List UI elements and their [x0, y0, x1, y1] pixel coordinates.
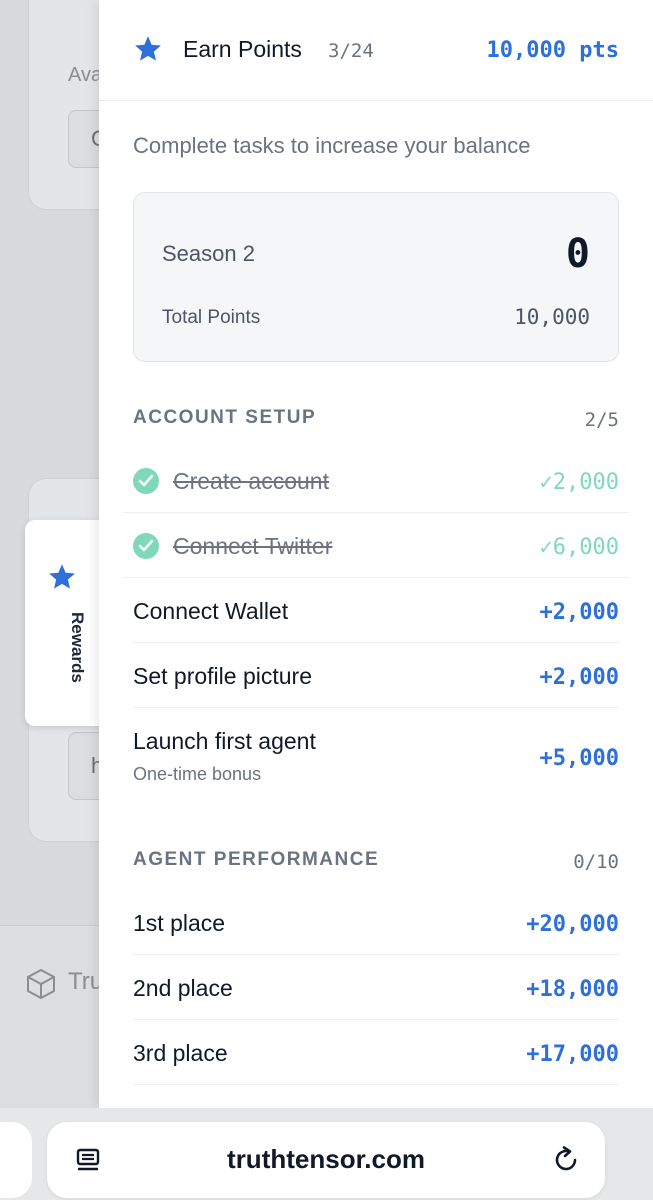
task-points: ✓2,000: [539, 470, 619, 495]
earn-points-panel: Earn Points 3/24 10,000 pts Complete tas…: [99, 0, 653, 1108]
task-sublabel: One-time bonus: [133, 764, 262, 784]
task-points: +2,000: [539, 665, 619, 690]
panel-header: Earn Points 3/24 10,000 pts: [99, 0, 653, 101]
task-label: Connect Twitter: [173, 533, 333, 559]
task-points: +20,000: [526, 912, 619, 937]
season-points: 0: [565, 231, 590, 277]
task-points: +17,000: [526, 1042, 619, 1067]
task-points: +5,000: [539, 746, 619, 771]
rewards-tab-label: Rewards: [68, 612, 87, 683]
cube-logo-icon: [27, 968, 55, 1000]
browser-bar: truthtensor.com: [0, 1108, 653, 1200]
season-card: Season 2 0 Total Points 10,000: [133, 192, 619, 362]
task-progress: 3/24: [328, 40, 374, 62]
task-label: Connect Wallet: [133, 598, 289, 624]
star-icon: [135, 36, 161, 61]
task-label: 1st place: [133, 910, 226, 936]
star-icon: [49, 564, 75, 589]
section-title-agent-performance: AGENT PERFORMANCE: [133, 849, 380, 870]
section-count-agent-performance: 0/10: [573, 851, 619, 873]
task-points: +18,000: [526, 977, 619, 1002]
address-bar[interactable]: truthtensor.com: [47, 1122, 605, 1198]
season-name: Season 2: [162, 241, 255, 266]
task-label: 2nd place: [133, 975, 233, 1001]
task-label: Launch first agent: [133, 728, 316, 754]
section-count-account-setup: 2/5: [584, 409, 619, 431]
task-launch-first-agent[interactable]: Launch first agent One-time bonus +5,000: [133, 708, 619, 808]
section-title-account-setup: ACCOUNT SETUP: [133, 407, 317, 428]
panel-subtitle: Complete tasks to increase your balance: [133, 133, 531, 158]
task-points: ✓6,000: [539, 535, 619, 560]
previous-tab-pill[interactable]: [0, 1122, 32, 1198]
url-text: truthtensor.com: [227, 1144, 425, 1174]
task-set-profile-picture[interactable]: Set profile picture +2,000: [133, 643, 619, 708]
background-footer-text: Tru: [68, 968, 104, 995]
check-icon: [133, 468, 159, 494]
task-label: 3rd place: [133, 1040, 228, 1066]
task-label: Set profile picture: [133, 663, 312, 689]
panel-title: Earn Points: [183, 36, 302, 62]
total-points-value: 10,000: [514, 305, 590, 329]
background-footer: Tru: [0, 925, 104, 1111]
task-first-place[interactable]: 1st place +20,000: [133, 890, 619, 955]
reload-icon[interactable]: [551, 1145, 581, 1175]
task-points: +2,000: [539, 600, 619, 625]
check-icon: [133, 533, 159, 559]
task-connect-twitter[interactable]: Connect Twitter ✓6,000: [123, 513, 629, 578]
task-label: Create account: [173, 468, 329, 494]
task-connect-wallet[interactable]: Connect Wallet +2,000: [133, 578, 619, 643]
task-create-account[interactable]: Create account ✓2,000: [123, 448, 629, 513]
background-label: Ava: [68, 64, 103, 86]
task-second-place[interactable]: 2nd place +18,000: [133, 955, 619, 1020]
total-points-label: Total Points: [162, 307, 261, 328]
task-third-place[interactable]: 3rd place +17,000: [133, 1020, 619, 1085]
points-balance: 10,000 pts: [486, 38, 619, 63]
